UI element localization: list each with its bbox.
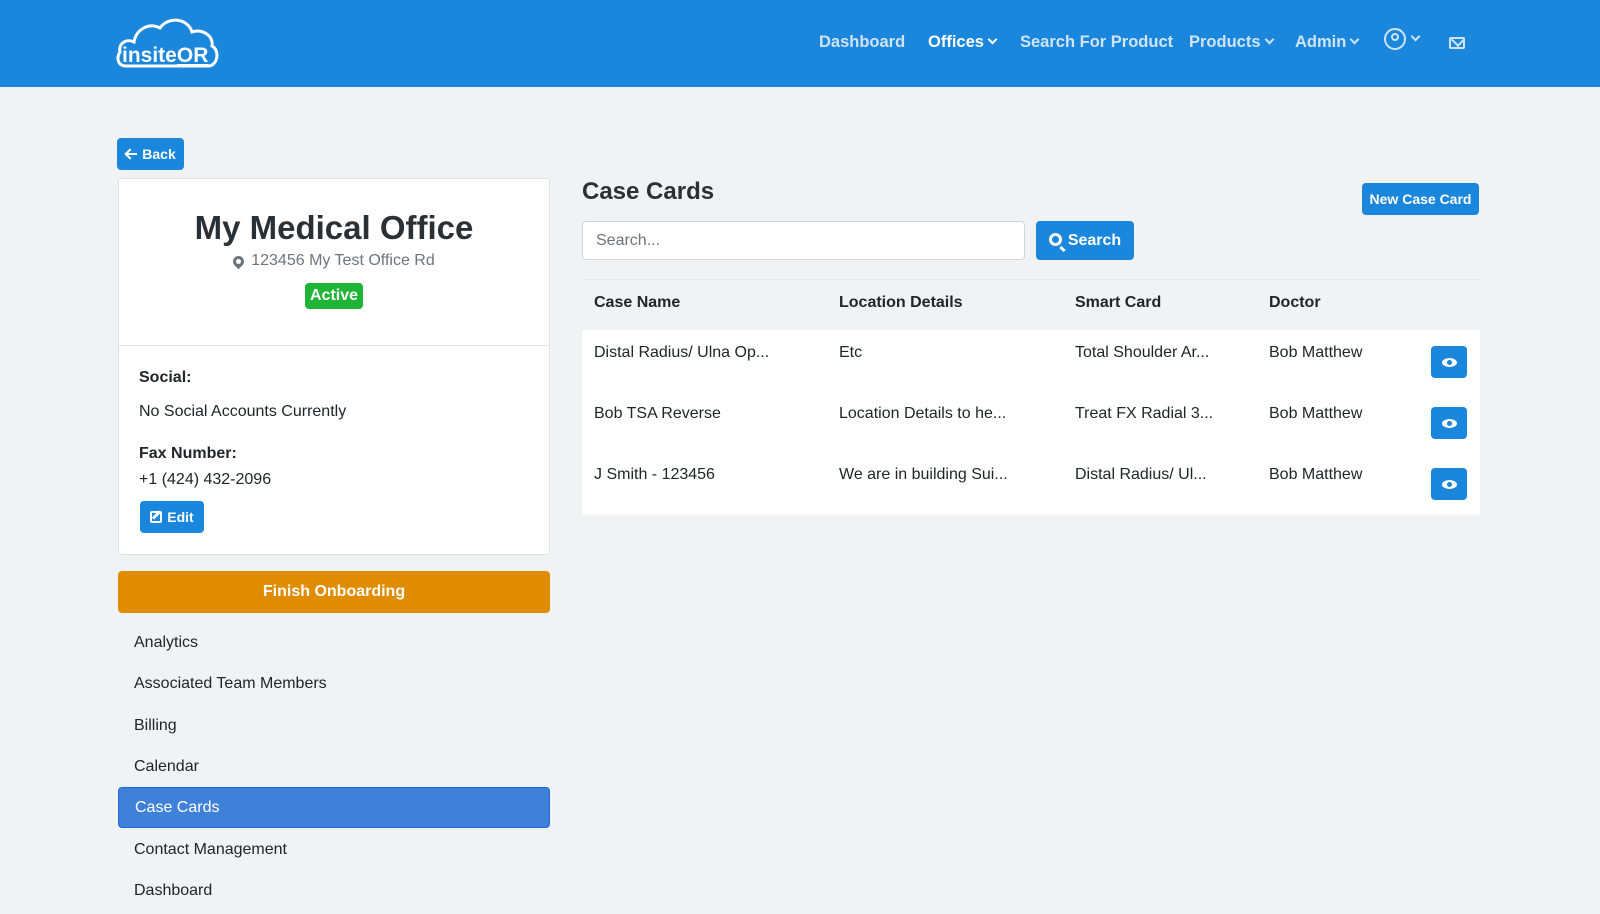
user-account-icon[interactable]: [1384, 28, 1406, 50]
smart-card-cell: Distal Radius/ Ul...: [1075, 466, 1207, 483]
arrow-left-icon: [125, 149, 138, 159]
column-header-smart-card[interactable]: Smart Card: [1075, 294, 1161, 312]
eye-icon: [1441, 479, 1457, 489]
nav-search-for-product[interactable]: Search For Product: [1020, 31, 1173, 53]
office-address: 123456 My Test Office Rd: [119, 252, 549, 270]
eye-icon: [1441, 418, 1457, 428]
sidebar-item-dashboard[interactable]: Dashboard: [118, 870, 550, 911]
nav-offices[interactable]: Offices: [928, 31, 998, 53]
edit-button[interactable]: Edit: [140, 501, 204, 533]
table-row[interactable]: Bob TSA Reverse Location Details to he..…: [582, 391, 1480, 452]
nav-products[interactable]: Products: [1189, 31, 1274, 53]
sidebar-item-analytics[interactable]: Analytics: [118, 622, 550, 663]
mail-icon[interactable]: [1449, 37, 1465, 49]
status-badge: Active: [305, 283, 363, 309]
location-cell: We are in building Sui...: [839, 466, 1008, 483]
chevron-down-icon: [1264, 34, 1274, 45]
table-row[interactable]: J Smith - 123456 We are in building Sui.…: [582, 452, 1480, 513]
logo-text: insiteOR: [122, 44, 209, 67]
chevron-down-icon[interactable]: [1410, 31, 1421, 42]
office-name: My Medical Office: [194, 209, 474, 246]
location-cell: Location Details to he...: [839, 405, 1007, 422]
view-button[interactable]: [1431, 468, 1467, 500]
doctor-cell: Bob Matthew: [1269, 405, 1363, 422]
chevron-down-icon: [1349, 34, 1360, 45]
view-button[interactable]: [1431, 346, 1467, 378]
new-case-card-button[interactable]: New Case Card: [1362, 183, 1479, 215]
fax-value: +1 (424) 432-2096: [139, 471, 272, 488]
column-header-doctor[interactable]: Doctor: [1269, 294, 1321, 312]
table-row[interactable]: Distal Radius/ Ulna Op... Etc Total Shou…: [582, 330, 1480, 391]
insiteor-logo[interactable]: insiteOR: [116, 14, 220, 70]
table-header: Case Name Location Details Smart Card Do…: [582, 279, 1480, 330]
top-navbar: insiteOR Dashboard Offices Search For Pr…: [0, 0, 1600, 87]
sidebar-item-case-cards[interactable]: Case Cards: [118, 787, 550, 828]
sidebar-item-billing[interactable]: Billing: [118, 705, 550, 746]
office-card: My Medical Office 123456 My Test Office …: [118, 178, 550, 555]
page-title: Case Cards: [582, 178, 715, 205]
doctor-cell: Bob Matthew: [1269, 344, 1363, 361]
eye-icon: [1441, 357, 1457, 367]
search-button[interactable]: Search: [1036, 221, 1134, 260]
case-name-cell: J Smith - 123456: [594, 466, 715, 483]
doctor-cell: Bob Matthew: [1269, 466, 1363, 483]
view-button[interactable]: [1431, 407, 1467, 439]
finish-onboarding-button[interactable]: Finish Onboarding: [118, 571, 550, 613]
social-label: Social:: [139, 369, 192, 386]
edit-icon: [150, 511, 163, 523]
smart-card-cell: Total Shoulder Ar...: [1075, 344, 1210, 361]
fax-label: Fax Number:: [139, 445, 237, 462]
case-cards-table: Distal Radius/ Ulna Op... Etc Total Shou…: [582, 330, 1480, 515]
chevron-down-icon: [987, 34, 998, 45]
nav-dashboard[interactable]: Dashboard: [819, 31, 905, 53]
social-value: No Social Accounts Currently: [139, 403, 347, 420]
nav-admin[interactable]: Admin: [1295, 31, 1360, 53]
sidebar-item-contact-management[interactable]: Contact Management: [118, 829, 550, 870]
case-name-cell: Distal Radius/ Ulna Op...: [594, 344, 770, 361]
back-button[interactable]: Back: [117, 138, 184, 170]
sidebar-item-associated-team-members[interactable]: Associated Team Members: [118, 663, 550, 704]
column-header-case-name[interactable]: Case Name: [594, 294, 680, 312]
case-name-cell: Bob TSA Reverse: [594, 405, 721, 422]
search-input[interactable]: [582, 221, 1025, 260]
sidebar-item-calendar[interactable]: Calendar: [118, 746, 550, 787]
smart-card-cell: Treat FX Radial 3...: [1075, 405, 1214, 422]
search-icon: [1048, 233, 1062, 246]
column-header-location-details[interactable]: Location Details: [839, 294, 963, 312]
office-header: My Medical Office 123456 My Test Office …: [119, 179, 549, 346]
location-cell: Etc: [839, 344, 863, 361]
map-pin-icon: [230, 253, 247, 269]
